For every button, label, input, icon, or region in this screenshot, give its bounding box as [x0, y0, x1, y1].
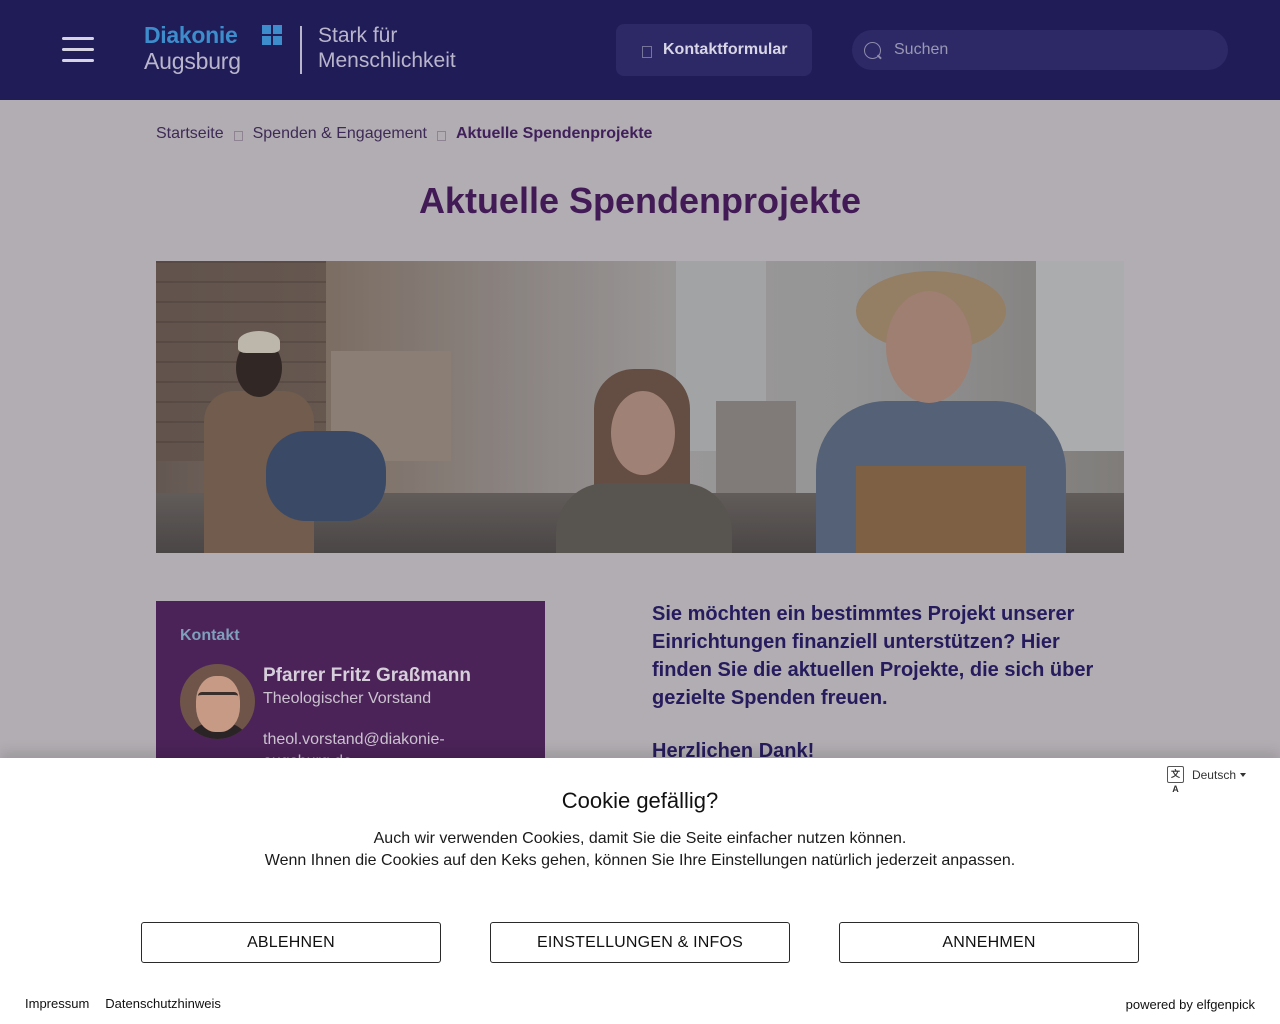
cookie-text-line-1: Auch wir verwenden Cookies, damit Sie di…	[373, 830, 907, 847]
menu-icon[interactable]	[62, 36, 94, 64]
powered-by-link[interactable]: powered by elfgenpick	[1126, 997, 1255, 1012]
page-title: Aktuelle Spendenprojekte	[418, 180, 862, 221]
accept-button[interactable]: ANNEHMEN	[839, 922, 1139, 963]
breadcrumb-separator-icon	[233, 131, 243, 141]
logo-tagline-1: Stark für	[318, 24, 398, 47]
logo-city: Augsburg	[144, 48, 241, 74]
hero-image	[156, 261, 1124, 553]
avatar	[180, 664, 255, 739]
language-label: Deutsch	[1191, 767, 1236, 782]
logo-divider	[300, 26, 302, 74]
chevron-down-icon	[1240, 772, 1246, 777]
decline-button[interactable]: ABLEHNEN	[141, 922, 441, 963]
contact-card-title: Kontakt	[180, 627, 240, 644]
contact-card: Kontakt Pfarrer Fritz Graßmann Theologis…	[156, 601, 545, 781]
breadcrumb-donations[interactable]: Spenden & Engagement	[253, 125, 427, 143]
contact-role: Theologischer Vorstand	[263, 690, 432, 707]
cookie-text-line-2: Wenn Ihnen die Cookies auf den Keks gehe…	[264, 852, 1016, 869]
search-bar[interactable]	[852, 30, 1228, 70]
breadcrumb-separator-icon	[436, 131, 446, 141]
search-input[interactable]	[894, 41, 1194, 59]
language-selector[interactable]: 文A Deutsch	[1166, 766, 1246, 794]
contact-form-label: Kontaktformular	[663, 41, 788, 58]
contact-icon	[642, 45, 652, 58]
contact-form-button[interactable]: Kontaktformular	[616, 24, 812, 76]
intro-text: Sie möchten ein bestimmtes Projekt unser…	[652, 603, 1094, 709]
site-header: Diakonie Augsburg Stark für Menschlichke…	[0, 0, 1280, 100]
logo-tagline-2: Menschlichkeit	[318, 49, 456, 72]
diakonie-cross-icon	[262, 25, 282, 45]
imprint-link[interactable]: Impressum	[25, 996, 89, 1011]
logo-name: Diakonie	[144, 22, 238, 48]
contact-name: Pfarrer Fritz Graßmann	[263, 665, 471, 686]
search-icon	[864, 41, 881, 59]
breadcrumb: Startseite Spenden & Engagement Aktuelle…	[156, 125, 652, 143]
cookie-title: Cookie gefällig?	[561, 788, 719, 813]
cookie-footer-links: Impressum Datenschutzhinweis	[25, 996, 237, 1011]
breadcrumb-home[interactable]: Startseite	[156, 125, 224, 143]
breadcrumb-current: Aktuelle Spendenprojekte	[455, 125, 653, 142]
translate-icon: 文A	[1166, 766, 1184, 794]
settings-button[interactable]: EINSTELLUNGEN & INFOS	[490, 922, 790, 963]
cookie-banner: 文A Deutsch Cookie gefällig? Auch wir ver…	[0, 758, 1280, 1024]
privacy-link[interactable]: Datenschutzhinweis	[105, 996, 221, 1011]
